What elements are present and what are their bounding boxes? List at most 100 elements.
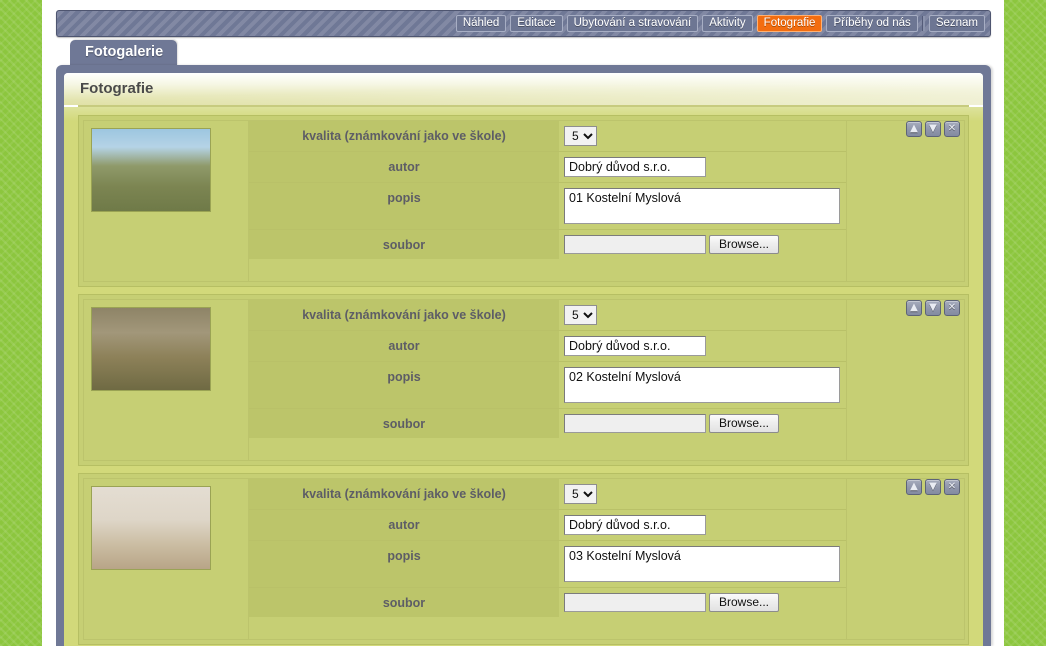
kvalita-label: kvalita (známkování jako ve škole) — [302, 308, 506, 322]
photo-record: ▲ ▼ ✕ kvalita (známkování jako ve škole) 123… — [78, 115, 969, 287]
soubor-row: soubor Browse... — [249, 588, 846, 617]
file-path-field[interactable] — [564, 593, 706, 612]
delete-record-button[interactable]: ✕ — [944, 479, 960, 495]
kvalita-label: kvalita (známkování jako ve škole) — [302, 129, 506, 143]
browse-button[interactable]: Browse... — [709, 593, 780, 612]
soubor-label: soubor — [382, 595, 426, 610]
popis-row: popis — [249, 362, 846, 409]
quality-select[interactable]: 12345 — [564, 484, 597, 504]
move-down-button[interactable]: ▼ — [925, 121, 941, 137]
autor-row: autor — [249, 331, 846, 362]
kvalita-row: kvalita (známkování jako ve škole) 12345 — [249, 121, 846, 152]
delete-record-button[interactable]: ✕ — [944, 300, 960, 316]
popis-row: popis — [249, 183, 846, 230]
soubor-control-cell: Browse... — [559, 409, 846, 438]
author-input[interactable] — [564, 515, 706, 535]
record-side-column — [847, 120, 965, 282]
delete-record-icon: ✕ — [947, 481, 957, 492]
move-down-button[interactable]: ▼ — [925, 300, 941, 316]
fields-cell: kvalita (známkování jako ve škole) 12345 a… — [249, 120, 847, 282]
move-up-icon: ▲ — [910, 481, 918, 492]
fields-cell: kvalita (známkování jako ve škole) 12345 a… — [249, 478, 847, 640]
photo-thumbnail[interactable] — [91, 307, 211, 391]
popis-control-cell — [559, 362, 846, 408]
photo-record: ▲ ▼ ✕ kvalita (známkování jako ve škole) 123… — [78, 473, 969, 645]
move-up-button[interactable]: ▲ — [906, 300, 922, 316]
autor-row: autor — [249, 152, 846, 183]
browse-button[interactable]: Browse... — [709, 235, 780, 254]
autor-label: autor — [388, 160, 420, 174]
nav-item-n-hled[interactable]: Náhled — [455, 15, 507, 32]
file-path-field[interactable] — [564, 235, 706, 254]
move-up-icon: ▲ — [910, 123, 918, 134]
record-order-controls: ▲ ▼ ✕ — [906, 479, 960, 495]
top-navigation-bar: Náhled Editace Ubytování a stravování Aktiv… — [56, 10, 991, 37]
nav-item-p-b-hy-od-n-s[interactable]: Příběhy od nás — [826, 15, 918, 32]
section-header: Fotografie — [64, 73, 983, 105]
move-down-icon: ▼ — [929, 123, 937, 134]
move-down-icon: ▼ — [929, 302, 937, 313]
tab-fotogalerie[interactable]: Fotogalerie — [70, 40, 178, 66]
description-textarea[interactable] — [564, 546, 840, 582]
popis-label: popis — [387, 549, 421, 563]
thumbnail-cell — [83, 120, 249, 282]
autor-control-cell — [559, 510, 846, 540]
nav-item-seznam[interactable]: Seznam — [928, 15, 985, 32]
page-column: Náhled Editace Ubytování a stravování Aktiv… — [42, 0, 1004, 646]
page-title: Fotografie — [80, 80, 154, 97]
kvalita-control-cell: 12345 — [559, 300, 846, 330]
soubor-control-cell: Browse... — [559, 230, 846, 259]
panel-inner: Fotografie ▲ ▼ ✕ kvalita (známkování jako v… — [64, 73, 983, 646]
kvalita-label: kvalita (známkování jako ve škole) — [302, 487, 506, 501]
file-input-group: Browse... — [564, 235, 780, 254]
delete-record-icon: ✕ — [947, 302, 957, 313]
photo-thumbnail[interactable] — [91, 128, 211, 212]
record-order-controls: ▲ ▼ ✕ — [906, 121, 960, 137]
kvalita-row: kvalita (známkování jako ve škole) 12345 — [249, 479, 846, 510]
main-panel: Fotografie ▲ ▼ ✕ kvalita (známkování jako v… — [56, 65, 991, 646]
description-textarea[interactable] — [564, 188, 840, 224]
nav-item-fotografie[interactable]: Fotografie — [756, 15, 823, 32]
move-down-button[interactable]: ▼ — [925, 479, 941, 495]
move-up-button[interactable]: ▲ — [906, 479, 922, 495]
autor-row: autor — [249, 510, 846, 541]
description-textarea[interactable] — [564, 367, 840, 403]
autor-control-cell — [559, 331, 846, 361]
move-up-icon: ▲ — [910, 302, 918, 313]
file-input-group: Browse... — [564, 414, 780, 433]
browse-button[interactable]: Browse... — [709, 414, 780, 433]
nav-item-editace[interactable]: Editace — [510, 15, 563, 32]
author-input[interactable] — [564, 157, 706, 177]
record-order-controls: ▲ ▼ ✕ — [906, 300, 960, 316]
autor-control-cell — [559, 152, 846, 182]
nav-separator — [921, 16, 925, 31]
thumbnail-cell — [83, 299, 249, 461]
popis-row: popis — [249, 541, 846, 588]
author-input[interactable] — [564, 336, 706, 356]
delete-record-button[interactable]: ✕ — [944, 121, 960, 137]
soubor-control-cell: Browse... — [559, 588, 846, 617]
popis-label: popis — [387, 370, 421, 384]
move-up-button[interactable]: ▲ — [906, 121, 922, 137]
record-side-column — [847, 478, 965, 640]
records-container: ▲ ▼ ✕ kvalita (známkování jako ve škole) 123… — [64, 107, 983, 646]
nav-item-aktivity[interactable]: Aktivity — [702, 15, 753, 32]
kvalita-control-cell: 12345 — [559, 121, 846, 151]
tab-label: Fotogalerie — [85, 44, 164, 60]
fields-cell: kvalita (známkování jako ve škole) 12345 a… — [249, 299, 847, 461]
popis-label: popis — [387, 191, 421, 205]
file-path-field[interactable] — [564, 414, 706, 433]
tab-strip: Fotogalerie — [70, 40, 990, 66]
quality-select[interactable]: 12345 — [564, 126, 597, 146]
nav-item-ubytov-n-a-stravov-n[interactable]: Ubytování a stravování — [566, 15, 699, 32]
move-down-icon: ▼ — [929, 481, 937, 492]
popis-control-cell — [559, 183, 846, 229]
photo-record: ▲ ▼ ✕ kvalita (známkování jako ve škole) 123… — [78, 294, 969, 466]
photo-thumbnail[interactable] — [91, 486, 211, 570]
soubor-row: soubor Browse... — [249, 409, 846, 438]
quality-select[interactable]: 12345 — [564, 305, 597, 325]
thumbnail-cell — [83, 478, 249, 640]
kvalita-control-cell: 12345 — [559, 479, 846, 509]
autor-label: autor — [388, 518, 420, 532]
delete-record-icon: ✕ — [947, 123, 957, 134]
